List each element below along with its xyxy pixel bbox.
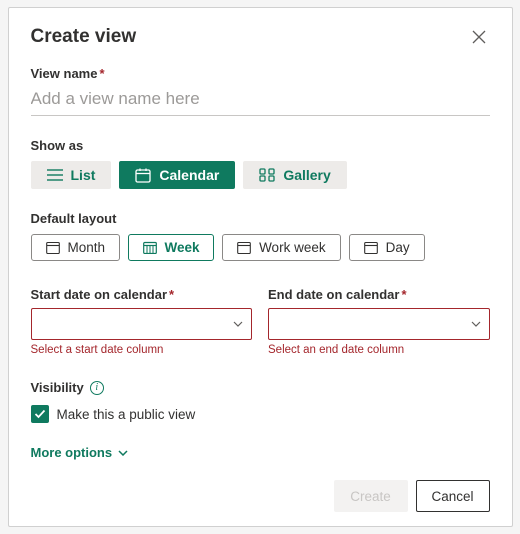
show-as-label: Show as xyxy=(31,138,490,153)
more-options-label: More options xyxy=(31,445,113,460)
chevron-down-icon xyxy=(233,321,243,327)
date-columns: Start date on calendar* Select a start d… xyxy=(31,287,490,356)
list-icon xyxy=(47,168,63,182)
show-as-list[interactable]: List xyxy=(31,161,112,189)
workweek-icon xyxy=(237,241,251,254)
dialog-header: Create view xyxy=(31,26,490,48)
layout-month[interactable]: Month xyxy=(31,234,121,261)
start-date-label: Start date on calendar* xyxy=(31,287,253,302)
view-name-label: View name* xyxy=(31,66,490,81)
month-icon xyxy=(46,241,60,254)
chevron-down-icon xyxy=(471,321,481,327)
day-icon xyxy=(364,241,378,254)
close-button[interactable] xyxy=(468,28,490,46)
end-date-label-text: End date on calendar xyxy=(268,287,399,302)
check-icon xyxy=(34,409,46,419)
show-as-list-label: List xyxy=(71,167,96,183)
show-as-gallery-label: Gallery xyxy=(283,167,330,183)
layout-workweek[interactable]: Work week xyxy=(222,234,341,261)
layout-month-label: Month xyxy=(68,240,106,255)
show-as-gallery[interactable]: Gallery xyxy=(243,161,346,189)
calendar-icon xyxy=(135,168,151,183)
cancel-button[interactable]: Cancel xyxy=(416,480,490,512)
end-date-error: Select an end date column xyxy=(268,344,490,356)
end-date-group: End date on calendar* Select an end date… xyxy=(268,287,490,356)
visibility-label: Visibility xyxy=(31,380,84,395)
show-as-calendar-label: Calendar xyxy=(159,167,219,183)
default-layout-label: Default layout xyxy=(31,211,490,226)
layout-day[interactable]: Day xyxy=(349,234,425,261)
dialog-title: Create view xyxy=(31,26,137,48)
info-icon[interactable]: i xyxy=(90,381,104,395)
end-date-select[interactable] xyxy=(268,308,490,340)
required-mark: * xyxy=(99,66,104,81)
layout-day-label: Day xyxy=(386,240,410,255)
gallery-icon xyxy=(259,168,275,182)
create-button: Create xyxy=(334,480,408,512)
start-date-group: Start date on calendar* Select a start d… xyxy=(31,287,253,356)
required-mark: * xyxy=(401,287,406,302)
layout-week-label: Week xyxy=(165,240,200,255)
week-icon xyxy=(143,241,157,254)
view-name-input[interactable] xyxy=(31,85,490,116)
visibility-label-row: Visibility i xyxy=(31,380,490,395)
create-view-dialog: Create view View name* Show as List Cale… xyxy=(8,7,513,527)
show-as-calendar[interactable]: Calendar xyxy=(119,161,235,189)
end-date-label: End date on calendar* xyxy=(268,287,490,302)
close-icon xyxy=(472,30,486,44)
layout-week[interactable]: Week xyxy=(128,234,214,261)
chevron-down-icon xyxy=(118,450,128,456)
layout-workweek-label: Work week xyxy=(259,240,326,255)
more-options-toggle[interactable]: More options xyxy=(31,445,129,460)
start-date-select[interactable] xyxy=(31,308,253,340)
layout-options: Month Week Work week Day xyxy=(31,234,490,261)
show-as-options: List Calendar Gallery xyxy=(31,161,490,189)
public-view-label: Make this a public view xyxy=(57,407,196,422)
public-view-checkbox[interactable] xyxy=(31,405,49,423)
dialog-footer: Create Cancel xyxy=(334,480,490,512)
start-date-label-text: Start date on calendar xyxy=(31,287,168,302)
view-name-label-text: View name xyxy=(31,66,98,81)
start-date-error: Select a start date column xyxy=(31,344,253,356)
public-view-row: Make this a public view xyxy=(31,405,490,423)
required-mark: * xyxy=(169,287,174,302)
